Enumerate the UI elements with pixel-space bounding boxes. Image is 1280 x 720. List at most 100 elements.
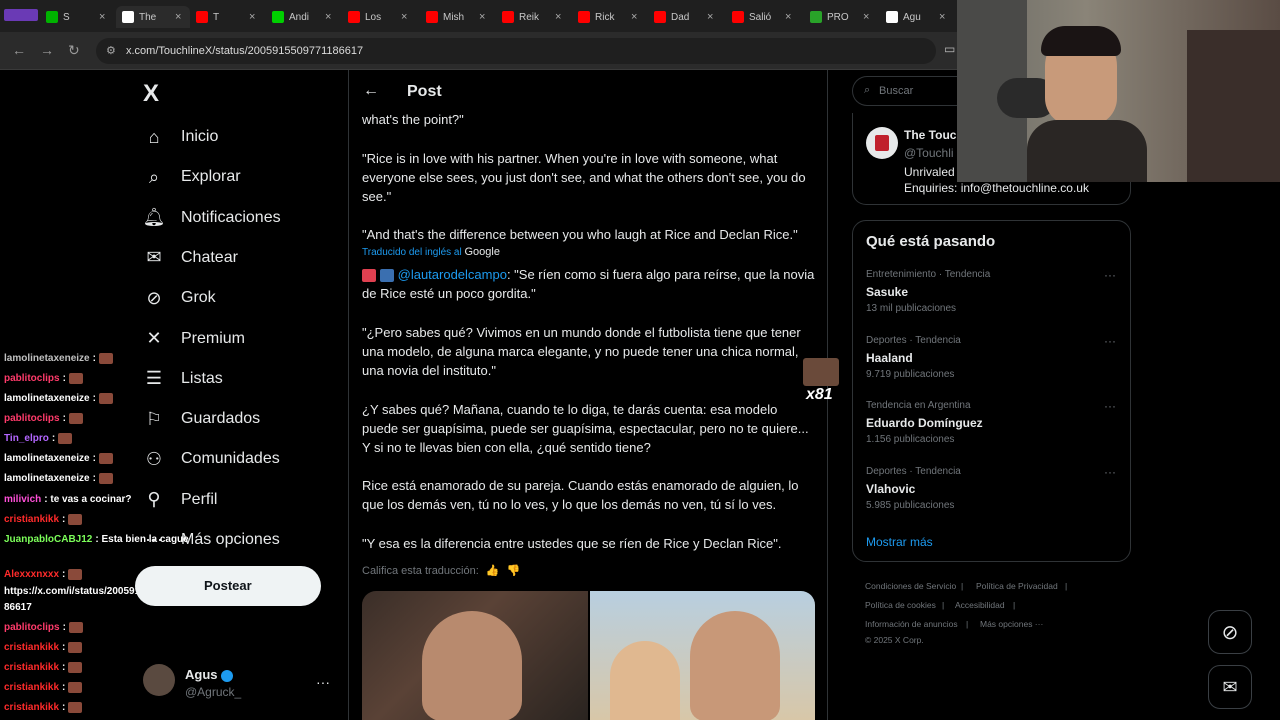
tab-twitch-extension[interactable] <box>4 4 43 26</box>
trend-more-icon[interactable]: ··· <box>1104 465 1116 479</box>
avatar[interactable] <box>143 664 175 696</box>
nav-item-premium[interactable]: ✕ Premium <box>143 328 245 350</box>
forward-icon[interactable]: → <box>40 42 54 58</box>
search-input[interactable]: ⌕ Buscar <box>852 76 962 106</box>
translation-label[interactable]: Traducido del inglés al Google <box>362 246 500 258</box>
footer-divider: | <box>942 600 945 610</box>
trend-more-icon[interactable]: ··· <box>1104 399 1116 413</box>
footer-link-more[interactable]: Más opciones ··· <box>980 619 1043 629</box>
trend-more-icon[interactable]: ··· <box>1104 268 1116 282</box>
thumbs-down-icon[interactable]: 👎 <box>507 565 521 577</box>
nav-item-chatear[interactable]: ✉ Chatear <box>143 247 237 269</box>
tab-close-icon[interactable]: × <box>479 11 485 23</box>
nav-item-listas[interactable]: ☰ Listas <box>143 368 223 390</box>
tab-close-icon[interactable]: × <box>249 11 255 23</box>
tab-close-icon[interactable]: × <box>401 11 407 23</box>
browser-tab[interactable]: Salió × <box>726 6 800 28</box>
browser-tab[interactable]: Agu × <box>880 6 954 28</box>
tab-close-icon[interactable]: × <box>325 11 331 23</box>
nav-item-inicio[interactable]: ⌂ Inicio <box>143 126 219 148</box>
trend-more-icon[interactable]: ··· <box>1104 334 1116 348</box>
post-column: ← Post what's the point?" "Rice is in lo… <box>348 70 828 720</box>
back-icon[interactable]: ← <box>12 42 26 58</box>
tab-favicon-icon <box>654 11 666 23</box>
url-input[interactable]: ⚙ x.com/TouchlineX/status/20059155097711… <box>96 38 936 64</box>
post-button[interactable]: Postear <box>135 566 321 606</box>
tab-close-icon[interactable]: × <box>785 11 791 23</box>
footer-link-cookies[interactable]: Política de cookies <box>865 600 936 610</box>
nav-item-label: Más opciones <box>181 531 280 548</box>
mention-link[interactable]: @lautarodelcampo <box>398 267 507 282</box>
tab-close-icon[interactable]: × <box>631 11 637 23</box>
trend-name[interactable]: Sasuke <box>866 285 908 299</box>
footer-link-accessibility[interactable]: Accesibilidad <box>955 600 1005 610</box>
chat-message: pablitoclips: <box>4 373 83 384</box>
tab-label: Rick <box>595 11 615 23</box>
tab-close-icon[interactable]: × <box>939 11 945 23</box>
browser-tab[interactable]: Rick × <box>572 6 646 28</box>
messages-float-button[interactable]: ✉ <box>1208 665 1252 709</box>
nav-item-notificaciones[interactable]: 🔔︎ Notificaciones <box>143 207 281 229</box>
show-more-link[interactable]: Mostrar más <box>866 535 933 549</box>
thumbs-up-icon[interactable]: 👍 <box>486 565 500 577</box>
browser-tab[interactable]: PRO × <box>804 6 878 28</box>
trend-name[interactable]: Vlahovic <box>866 482 915 496</box>
trend-count: 9.719 publicaciones <box>866 368 955 380</box>
browser-tab[interactable]: S × <box>40 6 114 28</box>
chat-text: : <box>62 622 66 634</box>
footer-link-privacy[interactable]: Política de Privacidad <box>976 581 1058 591</box>
trend-name[interactable]: Eduardo Domínguez <box>866 416 983 430</box>
browser-tab[interactable]: Los × <box>342 6 416 28</box>
nav-item-explorar[interactable]: ⌕ Explorar <box>143 166 241 188</box>
tab-label: PRO <box>827 11 849 23</box>
x-icon: ✕ <box>146 328 162 348</box>
browser-tab[interactable]: T × <box>190 6 264 28</box>
touchline-avatar[interactable] <box>866 127 898 159</box>
browser-tab[interactable]: The × <box>116 6 190 28</box>
page-title: Post <box>407 83 442 100</box>
nav-item-perfil[interactable]: ⚲ Perfil <box>143 489 217 511</box>
nav-item-comunidades[interactable]: ⚇ Comunidades <box>143 448 280 470</box>
cast-icon[interactable]: ▭ <box>944 42 955 56</box>
rate-translation-label: Califica esta traducción: <box>362 565 479 577</box>
footer-link-terms[interactable]: Condiciones de Servicio <box>865 581 956 591</box>
tab-close-icon[interactable]: × <box>555 11 561 23</box>
tab-label: Reik <box>519 11 540 23</box>
tab-close-icon[interactable]: × <box>99 11 105 23</box>
reload-icon[interactable]: ↻ <box>68 42 80 59</box>
browser-tab[interactable]: Dad × <box>648 6 722 28</box>
media-image-left[interactable] <box>362 591 588 720</box>
grok-float-button[interactable]: ⊘ <box>1208 610 1252 654</box>
nav-item-grok[interactable]: ⊘ Grok <box>143 287 215 309</box>
tab-close-icon[interactable]: × <box>863 11 869 23</box>
tab-label: Dad <box>671 11 690 23</box>
tab-label: Agu <box>903 11 921 23</box>
chat-message: cristiankikk: <box>4 662 83 673</box>
site-settings-icon[interactable]: ⚙ <box>106 44 116 57</box>
trend-name[interactable]: Haaland <box>866 351 913 365</box>
nav-item-label: Perfil <box>181 490 218 508</box>
tab-favicon-icon <box>348 11 360 23</box>
mail-icon: ✉ <box>1222 676 1238 697</box>
account-menu-icon[interactable]: ··· <box>316 674 330 690</box>
emote-overlay-image <box>803 358 839 386</box>
tab-close-icon[interactable]: × <box>707 11 713 23</box>
account-name: Agus <box>185 667 218 682</box>
media-image-right[interactable] <box>590 591 815 720</box>
browser-tab[interactable]: Andi × <box>266 6 340 28</box>
chat-username: lamolinetaxeneize <box>4 353 90 365</box>
chat-message: cristiankikk: <box>4 514 83 525</box>
tab-close-icon[interactable]: × <box>175 11 181 23</box>
browser-tab[interactable]: Mish × <box>420 6 494 28</box>
tab-favicon-icon <box>46 11 58 23</box>
people-icon: ⚇ <box>145 448 163 469</box>
translated-paragraph: "Y esa es la diferencia entre ustedes qu… <box>362 536 782 551</box>
search-icon: ⌕ <box>148 166 160 187</box>
tab-label: Mish <box>443 11 465 23</box>
footer-link-ads[interactable]: Información de anuncios <box>865 619 958 629</box>
nav-item-guardados[interactable]: ⚐ Guardados <box>143 408 260 430</box>
back-arrow-icon[interactable]: ← <box>363 82 379 100</box>
x-logo[interactable]: X <box>143 80 159 108</box>
google-brand: Google <box>464 246 500 258</box>
browser-tab[interactable]: Reik × <box>496 6 570 28</box>
